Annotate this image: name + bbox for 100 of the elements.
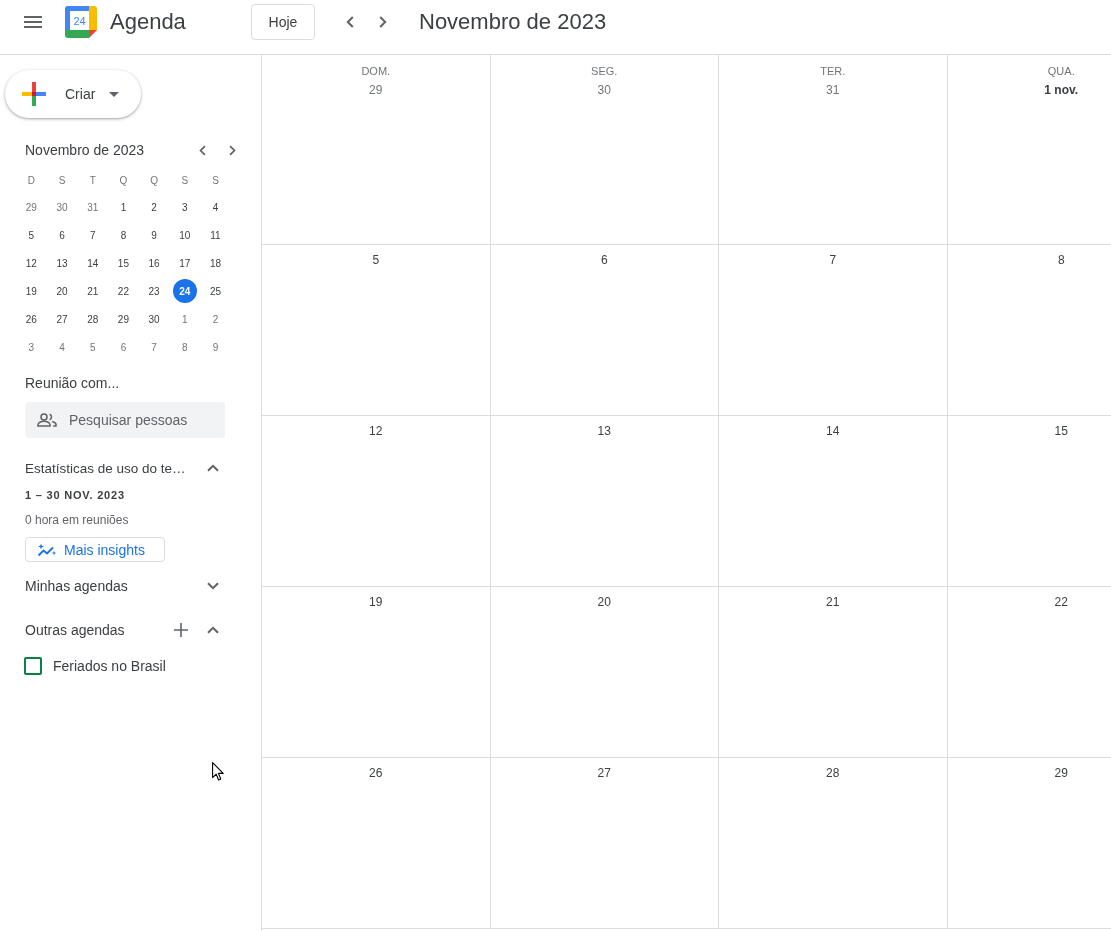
day-cell[interactable]: QUA. 1 nov. bbox=[947, 55, 1111, 245]
date-label: 6 bbox=[600, 252, 608, 268]
checkbox[interactable] bbox=[24, 657, 42, 675]
day-cell[interactable]: 21 bbox=[719, 587, 948, 758]
mini-calendar-day[interactable]: 20 bbox=[50, 279, 75, 303]
mini-calendar-day[interactable]: 24 bbox=[172, 279, 197, 303]
mini-calendar-day[interactable]: 21 bbox=[80, 279, 105, 303]
mini-calendar-day[interactable]: 16 bbox=[142, 251, 167, 275]
weekday-label: DOM. bbox=[361, 64, 391, 79]
day-cell[interactable]: 28 bbox=[719, 758, 948, 929]
day-cell[interactable]: DOM. 29 bbox=[262, 55, 491, 245]
add-icon[interactable] bbox=[174, 623, 188, 637]
weekday-letter: Q bbox=[149, 174, 159, 186]
date-label: 26 bbox=[369, 765, 383, 781]
weekday-letter: T bbox=[88, 174, 97, 186]
day-cell[interactable]: 7 bbox=[719, 245, 948, 416]
mini-calendar-day[interactable]: 5 bbox=[80, 335, 105, 359]
mini-calendar-day[interactable]: 10 bbox=[172, 223, 197, 247]
plus-icon bbox=[22, 82, 46, 106]
mini-calendar-day[interactable]: 11 bbox=[203, 223, 228, 247]
date-label: 28 bbox=[826, 765, 840, 781]
mini-calendar-day[interactable]: 1 bbox=[111, 195, 136, 219]
mini-calendar-day[interactable]: 9 bbox=[142, 223, 167, 247]
mini-calendar-day[interactable]: 14 bbox=[80, 251, 105, 275]
mini-calendar-day[interactable]: 18 bbox=[203, 251, 228, 275]
chevron-up-icon[interactable] bbox=[207, 626, 219, 634]
day-cell[interactable]: 6 bbox=[490, 245, 719, 416]
day-cell[interactable]: 8 bbox=[947, 245, 1111, 416]
today-button[interactable]: Hoje bbox=[251, 3, 315, 40]
section-title: Outras agendas bbox=[25, 622, 126, 638]
mini-calendar-day[interactable]: 13 bbox=[50, 251, 75, 275]
day-cell[interactable]: 13 bbox=[490, 416, 719, 587]
mini-calendar-day[interactable]: 3 bbox=[19, 335, 44, 359]
day-cell[interactable]: 20 bbox=[490, 587, 719, 758]
chevron-right-icon[interactable] bbox=[229, 144, 236, 156]
mini-calendar-day[interactable]: 15 bbox=[111, 251, 136, 275]
mini-calendar-day[interactable]: 12 bbox=[19, 251, 44, 275]
mini-calendar-day[interactable]: 5 bbox=[19, 223, 44, 247]
mini-calendar-day[interactable]: 30 bbox=[50, 195, 75, 219]
date-label: 15 bbox=[1054, 423, 1068, 439]
date-label: 29 bbox=[1054, 765, 1068, 781]
day-cell[interactable]: 15 bbox=[947, 416, 1111, 587]
weekday-letter: S bbox=[180, 174, 190, 186]
date-label: 8 bbox=[1057, 252, 1065, 268]
date-label: 31 bbox=[826, 82, 840, 98]
create-button[interactable]: Criar bbox=[5, 70, 141, 118]
day-cell[interactable]: 22 bbox=[947, 587, 1111, 758]
chevron-right-icon[interactable] bbox=[379, 15, 387, 28]
day-cell[interactable]: 27 bbox=[490, 758, 719, 929]
app-logo: 24 bbox=[65, 5, 97, 38]
date-label: 7 bbox=[829, 252, 837, 268]
mini-calendar-day[interactable]: 17 bbox=[172, 251, 197, 275]
mini-calendar-day[interactable]: 4 bbox=[50, 335, 75, 359]
mini-calendar-day[interactable]: 8 bbox=[172, 335, 197, 359]
mini-calendar-day[interactable]: 30 bbox=[142, 307, 167, 331]
mini-calendar-day[interactable]: 2 bbox=[203, 307, 228, 331]
day-cell[interactable]: 12 bbox=[262, 416, 491, 587]
mini-calendar-day[interactable]: 7 bbox=[80, 223, 105, 247]
day-cell[interactable]: 5 bbox=[262, 245, 491, 416]
weekday-label: QUA. bbox=[1047, 64, 1075, 79]
mini-calendar-day[interactable]: 19 bbox=[19, 279, 44, 303]
mini-calendar-day[interactable]: 9 bbox=[203, 335, 228, 359]
mini-calendar-day[interactable]: 23 bbox=[142, 279, 167, 303]
date-label: 14 bbox=[826, 423, 840, 439]
mini-calendar-day[interactable]: 28 bbox=[80, 307, 105, 331]
mini-calendar-day[interactable]: 22 bbox=[111, 279, 136, 303]
date-label: 20 bbox=[597, 594, 611, 610]
mini-calendar-day[interactable]: 1 bbox=[172, 307, 197, 331]
mini-calendar-day[interactable]: 6 bbox=[111, 335, 136, 359]
search-field[interactable]: Pesquisar pessoas bbox=[25, 402, 225, 438]
mini-calendar-day[interactable]: 6 bbox=[50, 223, 75, 247]
mini-calendar-day[interactable]: 31 bbox=[80, 195, 105, 219]
day-cell[interactable]: 26 bbox=[262, 758, 491, 929]
menu-icon[interactable] bbox=[24, 15, 42, 28]
chevron-down-icon[interactable] bbox=[207, 582, 219, 590]
mini-calendar-day[interactable]: 26 bbox=[19, 307, 44, 331]
chevron-left-icon[interactable] bbox=[346, 15, 354, 28]
day-cell[interactable]: 29 bbox=[947, 758, 1111, 929]
section-title: Estatísticas de uso do te… bbox=[25, 460, 187, 476]
mini-calendar-day[interactable]: 29 bbox=[19, 195, 44, 219]
mini-calendar-day[interactable]: 3 bbox=[172, 195, 197, 219]
mini-calendar-day[interactable]: 27 bbox=[50, 307, 75, 331]
insights-button[interactable]: Mais insights bbox=[25, 537, 165, 562]
section-title: Reunião com... bbox=[25, 374, 120, 392]
sparkle-chart-icon bbox=[37, 542, 57, 557]
chevron-left-icon[interactable] bbox=[199, 144, 206, 156]
meeting-summary: 0 hora em reuniões bbox=[25, 513, 129, 527]
mini-calendar-day[interactable]: 25 bbox=[203, 279, 228, 303]
day-cell[interactable]: TER. 31 bbox=[719, 55, 948, 245]
app-name: Agenda bbox=[110, 7, 186, 36]
date-label: 29 bbox=[369, 82, 383, 98]
mini-calendar-day[interactable]: 2 bbox=[142, 195, 167, 219]
mini-calendar-day[interactable]: 8 bbox=[111, 223, 136, 247]
day-cell[interactable]: 14 bbox=[719, 416, 948, 587]
mini-calendar-day[interactable]: 7 bbox=[142, 335, 167, 359]
mini-calendar-day[interactable]: 29 bbox=[111, 307, 136, 331]
mini-calendar-day[interactable]: 4 bbox=[203, 195, 228, 219]
chevron-up-icon[interactable] bbox=[207, 464, 219, 472]
day-cell[interactable]: 19 bbox=[262, 587, 491, 758]
day-cell[interactable]: SEG. 30 bbox=[490, 55, 719, 245]
